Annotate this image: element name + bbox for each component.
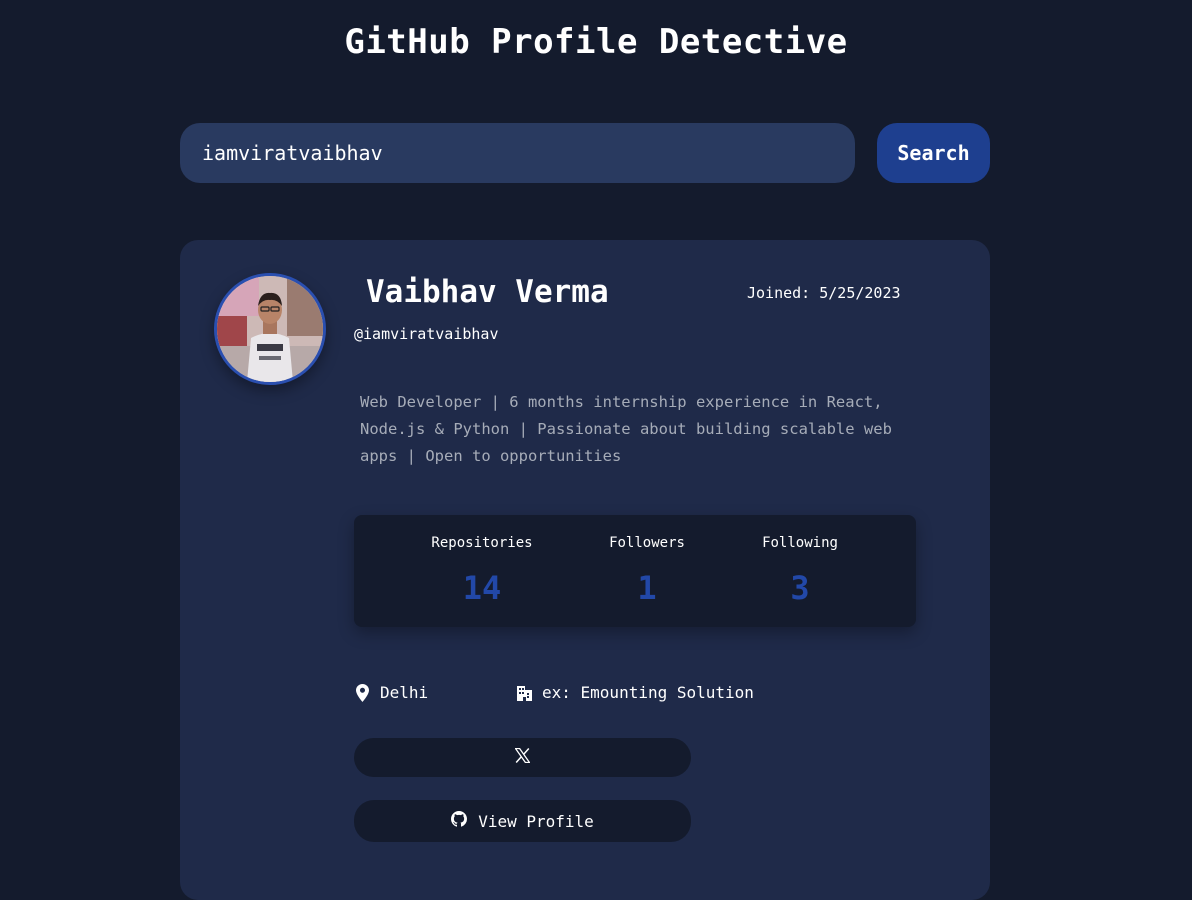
- stat-value: 3: [790, 569, 810, 607]
- view-profile-button[interactable]: View Profile: [354, 800, 691, 842]
- x-profile-link[interactable]: [354, 738, 691, 777]
- avatar: [214, 273, 326, 385]
- page-title: GitHub Profile Detective: [344, 22, 848, 62]
- user-handle: @iamviratvaibhav: [354, 325, 499, 343]
- building-icon: [517, 685, 532, 701]
- location-text: Delhi: [380, 683, 429, 702]
- user-bio: Web Developer | 6 months internship expe…: [360, 393, 892, 465]
- stats-panel: Repositories 14 Followers 1 Following 3: [354, 515, 916, 627]
- stat-label: Following: [762, 535, 838, 551]
- github-icon: [451, 811, 468, 831]
- search-button[interactable]: Search: [877, 123, 990, 183]
- location-info: Delhi: [356, 683, 428, 702]
- company-text: ex: Emounting Solution: [542, 683, 754, 702]
- company-info: ex: Emounting Solution: [517, 683, 754, 702]
- x-twitter-icon: [514, 747, 531, 767]
- stat-label: Repositories: [431, 535, 533, 551]
- stat-value: 14: [462, 569, 502, 607]
- search-input[interactable]: [180, 123, 855, 183]
- stat-label: Followers: [609, 535, 685, 551]
- location-pin-icon: [356, 683, 369, 702]
- avatar-photo: [217, 276, 323, 382]
- stat-value: 1: [637, 569, 657, 607]
- view-profile-label: View Profile: [478, 811, 594, 831]
- user-name: Vaibhav Verma: [366, 274, 609, 310]
- joined-date: Joined: 5/25/2023: [747, 284, 901, 302]
